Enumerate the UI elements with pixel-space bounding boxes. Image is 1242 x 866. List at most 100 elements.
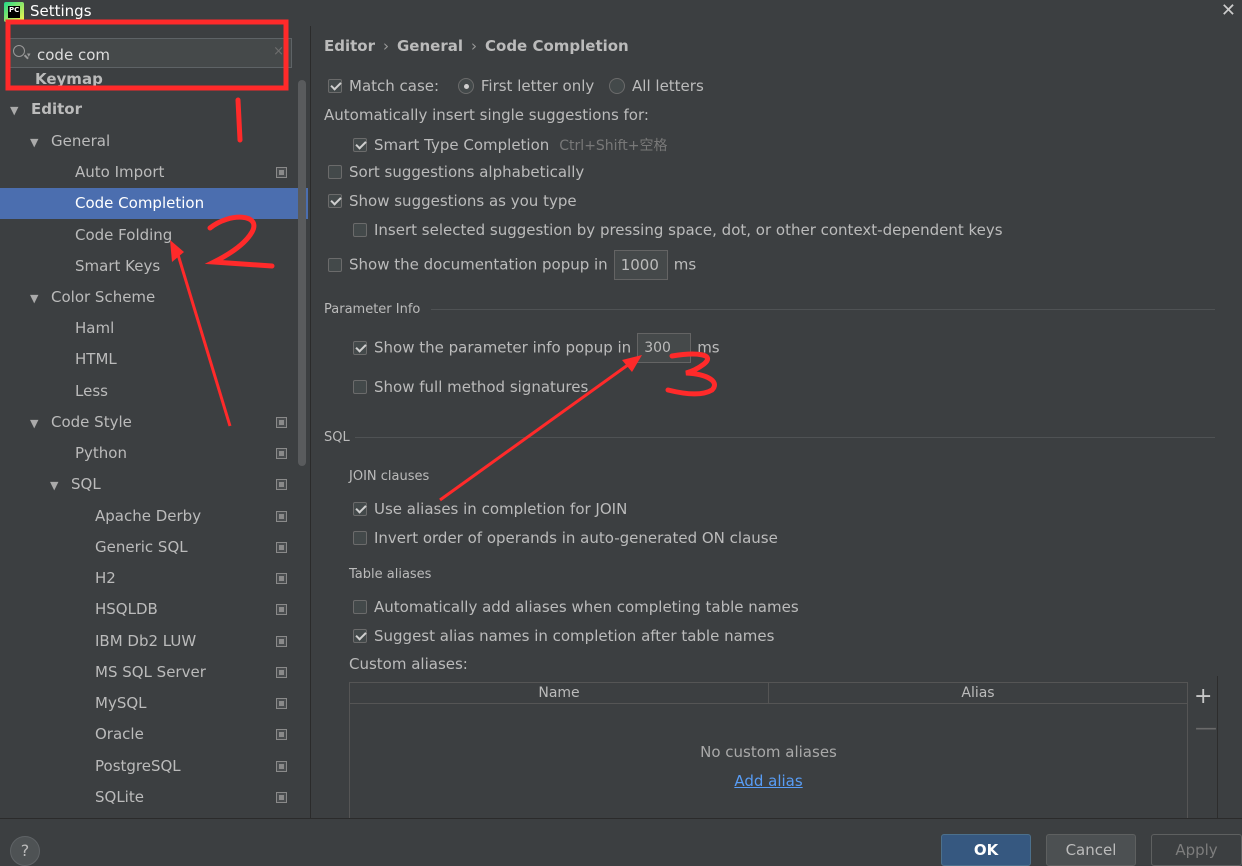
dialog-button-bar: ? OK Cancel Apply bbox=[0, 818, 1242, 866]
tree-item-oracle[interactable]: Oracle bbox=[0, 719, 308, 750]
tree-item-keymap[interactable]: Keymap bbox=[0, 64, 308, 95]
breadcrumb-editor[interactable]: Editor bbox=[324, 37, 375, 55]
tree-item-hsqldb[interactable]: HSQLDB bbox=[0, 594, 308, 625]
add-row-plus-icon[interactable]: + bbox=[1194, 684, 1212, 709]
add-alias-link-text[interactable]: Add alias bbox=[734, 772, 802, 790]
tree-item-apache-derby[interactable]: Apache Derby bbox=[0, 501, 308, 532]
suggest-alias-label: Suggest alias names in completion after … bbox=[374, 627, 775, 645]
param-popup-ms-input[interactable]: 300 bbox=[637, 333, 692, 363]
tree-item-color-scheme[interactable]: ▼ Color Scheme bbox=[0, 282, 308, 313]
doc-popup-checkbox[interactable] bbox=[328, 257, 342, 272]
expand-arrow-icon[interactable]: ▼ bbox=[30, 408, 44, 439]
tree-item-sqlite[interactable]: SQLite bbox=[0, 782, 308, 813]
join-clauses-title: JOIN clauses bbox=[349, 469, 430, 484]
column-header-alias[interactable]: Alias bbox=[769, 683, 1187, 703]
tree-item-mysql[interactable]: MySQL bbox=[0, 688, 308, 719]
tree-item-postgresql[interactable]: PostgreSQL bbox=[0, 751, 308, 782]
apply-button[interactable]: Apply bbox=[1151, 834, 1242, 866]
sort-alpha-row: Sort suggestions alphabetically bbox=[328, 163, 584, 181]
cancel-button[interactable]: Cancel bbox=[1046, 834, 1136, 866]
project-scope-icon bbox=[276, 761, 287, 772]
sql-section-title: SQL bbox=[324, 430, 350, 445]
ok-button[interactable]: OK bbox=[941, 834, 1031, 866]
tree-item-python[interactable]: Python bbox=[0, 438, 308, 469]
tree-item-smart-keys[interactable]: Smart Keys bbox=[0, 251, 308, 282]
expand-arrow-icon[interactable]: ▼ bbox=[30, 127, 44, 158]
tree-item-label: Oracle bbox=[95, 725, 144, 743]
project-scope-icon bbox=[276, 167, 287, 178]
search-icon[interactable] bbox=[13, 45, 25, 57]
parameter-info-title: Parameter Info bbox=[324, 302, 421, 317]
app-icon-text: PC bbox=[9, 6, 20, 14]
auto-add-aliases-checkbox[interactable] bbox=[353, 600, 367, 614]
doc-popup-ms-unit: ms bbox=[673, 255, 697, 274]
tree-item-less[interactable]: Less bbox=[0, 376, 308, 407]
breadcrumb-general[interactable]: General bbox=[397, 37, 463, 55]
help-button[interactable]: ? bbox=[10, 836, 40, 866]
tree-item-label: Color Scheme bbox=[51, 288, 156, 306]
all-letters-radio[interactable] bbox=[609, 78, 626, 94]
suggest-alias-checkbox[interactable] bbox=[353, 629, 367, 643]
smart-type-checkbox[interactable] bbox=[353, 138, 367, 152]
auto-add-aliases-row: Automatically add aliases when completin… bbox=[353, 598, 799, 616]
first-letter-label: First letter only bbox=[480, 77, 595, 95]
tree-item-ms-sql-server[interactable]: MS SQL Server bbox=[0, 657, 308, 688]
use-aliases-label: Use aliases in completion for JOIN bbox=[374, 500, 628, 518]
section-divider bbox=[355, 437, 1215, 438]
tree-item-general[interactable]: ▼ General bbox=[0, 126, 308, 157]
add-alias-link[interactable]: Add alias bbox=[350, 772, 1187, 790]
expand-arrow-icon[interactable]: ▼ bbox=[10, 95, 24, 126]
close-icon[interactable]: ✕ bbox=[1221, 0, 1236, 21]
match-case-checkbox[interactable] bbox=[328, 79, 342, 93]
doc-popup-row: Show the documentation popup in 1000 ms bbox=[328, 250, 696, 280]
insert-selected-row: Insert selected suggestion by pressing s… bbox=[353, 221, 1003, 239]
full-signature-checkbox[interactable] bbox=[353, 380, 367, 394]
table-header: Name Alias bbox=[350, 683, 1187, 704]
param-popup-checkbox[interactable] bbox=[353, 340, 367, 355]
auto-add-aliases-label: Automatically add aliases when completin… bbox=[374, 598, 799, 616]
doc-popup-ms-input[interactable]: 1000 bbox=[613, 250, 668, 280]
first-letter-radio[interactable] bbox=[457, 78, 474, 94]
column-header-name[interactable]: Name bbox=[350, 683, 768, 703]
expand-arrow-icon[interactable]: ▼ bbox=[30, 283, 44, 314]
content-right-edge bbox=[1217, 676, 1218, 818]
sort-alpha-checkbox[interactable] bbox=[328, 165, 342, 179]
project-scope-icon bbox=[276, 667, 287, 678]
tree-item-haml[interactable]: Haml bbox=[0, 313, 308, 344]
tree-item-label: IBM Db2 LUW bbox=[95, 632, 197, 650]
clear-search-icon[interactable]: × bbox=[273, 44, 284, 59]
use-aliases-checkbox[interactable] bbox=[353, 502, 367, 516]
search-options-chevron-icon[interactable]: ▾ bbox=[27, 51, 31, 59]
remove-row-minus-icon[interactable]: — bbox=[1195, 716, 1217, 741]
match-case-row: Match case: First letter only All letter… bbox=[328, 77, 704, 95]
sidebar-scrollbar[interactable] bbox=[298, 80, 306, 466]
tree-item-label: Code Completion bbox=[75, 194, 205, 212]
tree-item-auto-import[interactable]: Auto Import bbox=[0, 157, 308, 188]
invert-order-checkbox[interactable] bbox=[353, 531, 367, 545]
project-scope-icon bbox=[276, 604, 287, 615]
tree-item-label: HTML bbox=[75, 350, 117, 368]
tree-item-code-folding[interactable]: Code Folding bbox=[0, 220, 308, 251]
tree-item-generic-sql[interactable]: Generic SQL bbox=[0, 532, 308, 563]
tree-item-ibm-db2-luw[interactable]: IBM Db2 LUW bbox=[0, 626, 308, 657]
param-popup-label: Show the parameter info popup in bbox=[374, 338, 632, 357]
tree-item-label: Haml bbox=[75, 319, 115, 337]
insert-selected-checkbox[interactable] bbox=[353, 223, 367, 237]
show-as-type-row: Show suggestions as you type bbox=[328, 192, 577, 210]
breadcrumb-separator-icon: › bbox=[383, 37, 389, 55]
project-scope-icon bbox=[276, 511, 287, 522]
tree-item-label: Auto Import bbox=[75, 163, 165, 181]
tree-item-code-style[interactable]: ▼ Code Style bbox=[0, 407, 308, 438]
full-signature-row: Show full method signatures bbox=[353, 378, 588, 396]
tree-item-editor[interactable]: ▼ Editor bbox=[0, 94, 308, 125]
tree-item-h2[interactable]: H2 bbox=[0, 563, 308, 594]
title-bar: PC Settings ✕ bbox=[0, 0, 1242, 26]
all-letters-label: All letters bbox=[632, 77, 704, 95]
tree-item-sql[interactable]: ▼ SQL bbox=[0, 469, 308, 500]
tree-item-html[interactable]: HTML bbox=[0, 344, 308, 375]
tree-item-code-completion[interactable]: Code Completion bbox=[0, 188, 308, 219]
show-as-type-checkbox[interactable] bbox=[328, 194, 342, 208]
expand-arrow-icon[interactable]: ▼ bbox=[50, 470, 64, 501]
project-scope-icon bbox=[276, 792, 287, 803]
project-scope-icon bbox=[276, 542, 287, 553]
